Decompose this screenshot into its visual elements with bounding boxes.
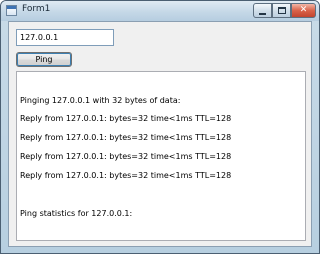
maximize-button[interactable] xyxy=(272,3,291,18)
output-line: Pinging 127.0.0.1 with 32 bytes of data: xyxy=(20,96,181,105)
ping-output-box[interactable]: Pinging 127.0.0.1 with 32 bytes of data:… xyxy=(16,71,306,241)
maximize-icon xyxy=(277,7,286,14)
output-line: Reply from 127.0.0.1: bytes=32 time<1ms … xyxy=(20,171,232,180)
close-icon: ✕ xyxy=(299,5,308,15)
output-line: Reply from 127.0.0.1: bytes=32 time<1ms … xyxy=(20,114,232,123)
output-line: Reply from 127.0.0.1: bytes=32 time<1ms … xyxy=(20,152,232,161)
form1-window: Form1 ✕ Ping Pinging 127.0.0.1 with 32 b… xyxy=(0,0,320,254)
title-bar[interactable]: Form1 ✕ xyxy=(1,1,319,21)
output-line: Reply from 127.0.0.1: bytes=32 time<1ms … xyxy=(20,133,232,142)
minimize-button[interactable] xyxy=(253,3,272,18)
form-client-area: Ping Pinging 127.0.0.1 with 32 bytes of … xyxy=(8,21,312,247)
window-title: Form1 xyxy=(22,4,51,14)
close-button[interactable]: ✕ xyxy=(291,3,316,18)
ip-address-input[interactable] xyxy=(16,29,114,46)
output-line: Ping statistics for 127.0.0.1: xyxy=(20,209,133,218)
application-icon[interactable] xyxy=(6,5,17,16)
minimize-icon xyxy=(259,12,266,15)
ping-button[interactable]: Ping xyxy=(16,52,72,67)
